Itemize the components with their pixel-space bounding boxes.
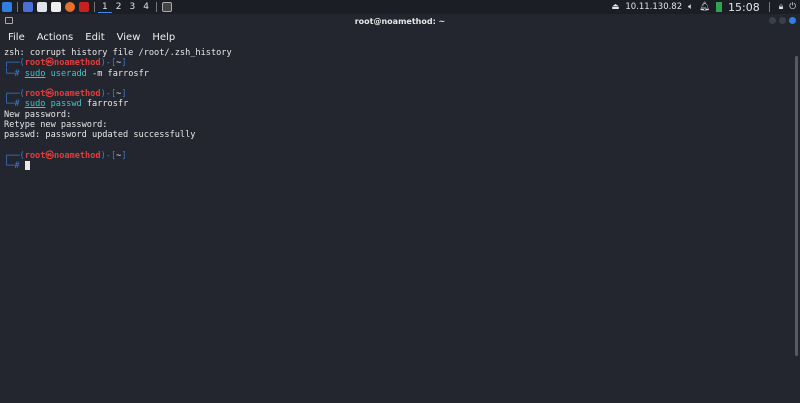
divider <box>94 2 95 12</box>
prompt-line: ┌──(root㉿noamethod)-[~] <box>4 89 127 100</box>
battery-icon[interactable] <box>716 2 723 12</box>
close-button[interactable] <box>789 17 796 24</box>
desktop-icon[interactable] <box>23 2 33 12</box>
workspace-4[interactable]: 4 <box>139 2 153 12</box>
minimize-button[interactable] <box>769 17 776 24</box>
clock[interactable]: 15:08 <box>728 1 760 14</box>
terminal-launcher-icon[interactable] <box>79 2 89 12</box>
menu-help[interactable]: Help <box>152 32 175 43</box>
workspace-1[interactable]: 1 <box>98 2 112 13</box>
text-editor-icon[interactable] <box>51 2 61 12</box>
prompt-line: ┌──(root㉿noamethod)-[~] <box>4 58 127 69</box>
volume-icon[interactable]: 🔈︎ <box>688 2 693 12</box>
notification-bell-icon[interactable]: 🔔︎ <box>699 2 710 12</box>
lock-icon[interactable]: 🔒︎ <box>779 2 784 12</box>
menu-file[interactable]: File <box>8 32 25 43</box>
workspace-2[interactable]: 2 <box>112 2 126 12</box>
scrollbar[interactable] <box>795 56 798 356</box>
warning-line: zsh: corrupt history file /root/.zsh_his… <box>4 48 232 58</box>
output-line: passwd: password updated successfully <box>4 130 196 141</box>
power-icon[interactable]: ⏻ <box>789 2 796 12</box>
ip-address: 10.11.130.82 <box>625 2 683 12</box>
text-cursor <box>24 161 30 171</box>
divider <box>155 2 157 12</box>
menu-edit[interactable]: Edit <box>85 32 104 43</box>
output-line: New password: <box>4 109 72 120</box>
command-line: └─# sudo passwd farrosfr <box>4 99 129 110</box>
divider <box>768 2 770 12</box>
output-line: Retype new password: <box>4 120 108 131</box>
prompt-line: ┌──(root㉿noamethod)-[~] <box>4 150 127 161</box>
title-bar[interactable]: root@noamethod: ~ <box>0 14 800 28</box>
firefox-icon[interactable] <box>65 2 75 12</box>
kali-menu-icon[interactable] <box>2 2 12 12</box>
menu-actions[interactable]: Actions <box>37 32 74 43</box>
menu-bar: File Actions Edit View Help <box>0 30 800 44</box>
taskbar: 1 2 3 4 ⏏ 10.11.130.82 🔈︎ 🔔︎ 15:08 🔒︎ ⏻ <box>0 0 800 14</box>
terminal-window: root@noamethod: ~ File Actions Edit View… <box>0 14 800 403</box>
network-icon[interactable]: ⏏ <box>611 2 619 12</box>
maximize-button[interactable] <box>779 17 786 24</box>
workspace-3[interactable]: 3 <box>125 2 139 12</box>
window-title: root@noamethod: ~ <box>354 16 446 26</box>
terminal-app-icon <box>5 17 13 24</box>
files-icon[interactable] <box>37 2 47 12</box>
command-line: └─# <box>4 161 792 171</box>
system-tray: ⏏ 10.11.130.82 🔈︎ 🔔︎ 15:08 🔒︎ ⏻ <box>611 0 796 14</box>
terminal-task-icon[interactable] <box>161 2 172 12</box>
command-line: └─# sudo useradd -m farrosfr <box>4 68 149 79</box>
menu-view[interactable]: View <box>117 32 141 43</box>
divider <box>17 2 18 12</box>
terminal-output[interactable]: zsh: corrupt history file /root/.zsh_his… <box>4 48 792 403</box>
